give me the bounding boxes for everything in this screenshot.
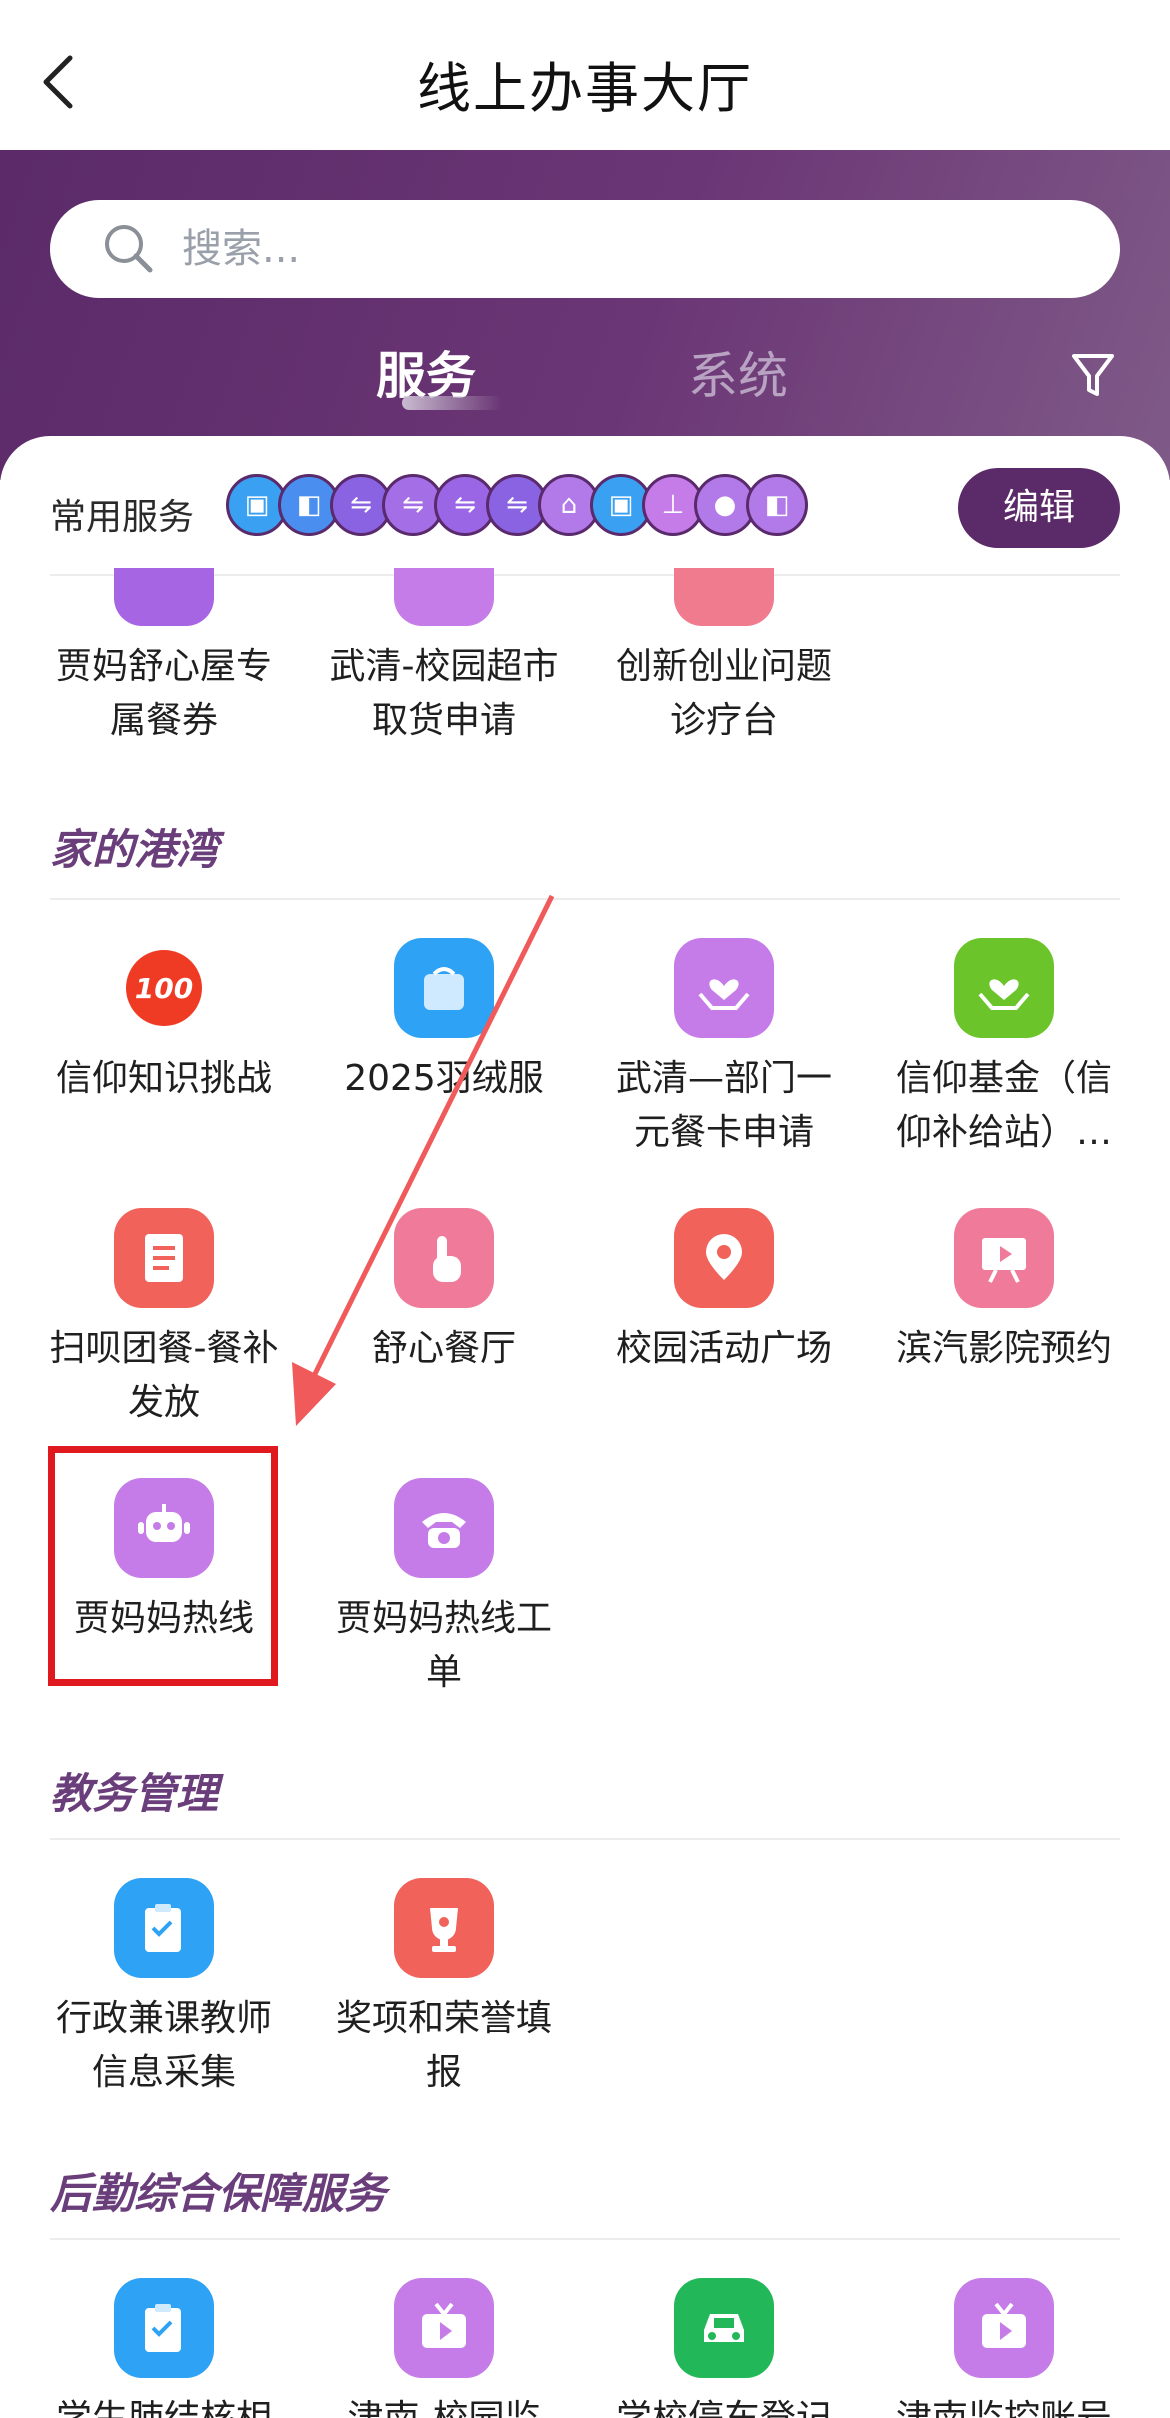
service-label: 滨汽影院预约: [895, 1328, 1112, 1369]
service-label: 扫呗团餐-餐补发放: [49, 1328, 279, 1423]
search-input[interactable]: [180, 218, 1064, 280]
service-item[interactable]: 贾妈舒心屋专属餐券: [44, 568, 284, 748]
service-item-tb-check[interactable]: 学生肺结核相: [44, 2278, 284, 2418]
clipboard-icon: [114, 1878, 214, 1978]
tv-icon: [394, 2278, 494, 2378]
presentation-icon: [954, 1208, 1054, 1308]
service-item-comfort-restaurant[interactable]: 舒心餐厅: [324, 1208, 564, 1376]
service-item-meal-subsidy[interactable]: 扫呗团餐-餐补发放: [44, 1208, 284, 1430]
service-item-campus-activity[interactable]: 校园活动广场: [604, 1208, 844, 1376]
service-label: 贾妈舒心屋专属餐券: [55, 646, 272, 741]
service-label: 津南-校园监: [324, 2392, 564, 2418]
highlight-box: [48, 1446, 278, 1686]
section-title-home-harbor: 家的港湾: [50, 825, 219, 874]
service-label: 贾妈妈热线工单: [335, 1598, 552, 1693]
tv-icon: [954, 2278, 1054, 2378]
service-item-awards[interactable]: 奖项和荣誉填报: [324, 1878, 564, 2100]
service-label: 信仰知识挑战: [55, 1058, 272, 1099]
service-item[interactable]: 创新创业问题诊疗台: [604, 568, 844, 748]
service-label: 信仰基金（信仰补给站）…: [895, 1058, 1112, 1153]
service-item-monitor-account[interactable]: 津南监控账号: [884, 2278, 1124, 2418]
service-item-parking[interactable]: 学校停车登记: [604, 2278, 844, 2418]
service-label: 学生肺结核相: [44, 2392, 284, 2418]
consult-icon: [674, 568, 774, 626]
heart-hands-icon: [954, 938, 1054, 1038]
service-label: 武清-校园超市取货申请: [329, 646, 559, 741]
service-label: 学校停车登记: [604, 2392, 844, 2418]
clipboard-icon: [114, 2278, 214, 2378]
favorites-label: 常用服务: [50, 497, 195, 538]
shopping-bag-icon: [394, 938, 494, 1038]
car-icon: [674, 2278, 774, 2378]
service-label: 武清—部门一元餐卡申请: [615, 1058, 832, 1153]
service-item-faith-challenge[interactable]: 100 信仰知识挑战: [44, 938, 284, 1106]
telephone-icon: [394, 1478, 494, 1578]
location-pin-icon: [674, 1208, 774, 1308]
service-item[interactable]: 武清-校园超市取货申请: [324, 568, 564, 748]
receipt-icon: [114, 1208, 214, 1308]
page-title: 线上办事大厅: [417, 57, 753, 120]
services-panel: 常用服务 ▣ ◧ ⇋ ⇋ ⇋ ⇋ ⌂ ▣ ⊥ ● ◧ 编辑 贾妈舒心屋专属餐券 …: [0, 436, 1170, 2418]
svg-text:100: 100: [135, 972, 193, 1005]
service-label: 奖项和荣誉填报: [335, 1998, 552, 2093]
trophy-icon: [394, 1878, 494, 1978]
service-label: 津南监控账号: [884, 2392, 1124, 2418]
heart-hands-icon: [674, 938, 774, 1038]
100-badge-icon: 100: [114, 938, 214, 1038]
search-icon: [105, 225, 153, 273]
service-item-teacher-info[interactable]: 行政兼课教师信息采集: [44, 1878, 284, 2100]
service-label: 舒心餐厅: [371, 1328, 516, 1369]
section-title-logistics: 后勤综合保障服务: [50, 2169, 387, 2218]
top-bar: 线上办事大厅: [0, 0, 1170, 150]
filter-icon[interactable]: [1070, 350, 1116, 400]
edit-button[interactable]: 编辑: [958, 468, 1120, 548]
tap-hand-icon: [394, 1208, 494, 1308]
tab-system[interactable]: 系统: [688, 336, 788, 408]
divider: [50, 898, 1120, 900]
service-label: 校园活动广场: [615, 1328, 832, 1369]
service-label: 行政兼课教师信息采集: [55, 1998, 272, 2093]
service-item-hotline-ticket[interactable]: 贾妈妈热线工单: [324, 1478, 564, 1700]
divider: [50, 2238, 1120, 2240]
shopping-bag-icon: [394, 568, 494, 626]
service-item-jinnan-monitor[interactable]: 津南-校园监: [324, 2278, 564, 2418]
service-item-cinema-booking[interactable]: 滨汽影院预约: [884, 1208, 1124, 1376]
divider: [50, 1838, 1120, 1840]
service-label: 2025羽绒服: [344, 1058, 544, 1099]
service-label: 创新创业问题诊疗台: [615, 646, 832, 741]
tab-active-indicator: [402, 396, 502, 410]
heart-hands-icon: [114, 568, 214, 626]
car-icon[interactable]: ◧: [746, 474, 808, 536]
section-title-academic: 教务管理: [50, 1769, 219, 1818]
service-item-meal-card[interactable]: 武清—部门一元餐卡申请: [604, 938, 844, 1160]
service-item-faith-fund[interactable]: 信仰基金（信仰补给站）…: [884, 938, 1124, 1160]
service-item-down-jacket[interactable]: 2025羽绒服: [324, 938, 564, 1106]
search-bar[interactable]: [50, 200, 1120, 298]
favorites-icon-strip[interactable]: ▣ ◧ ⇋ ⇋ ⇋ ⇋ ⌂ ▣ ⊥ ● ◧: [226, 474, 826, 546]
